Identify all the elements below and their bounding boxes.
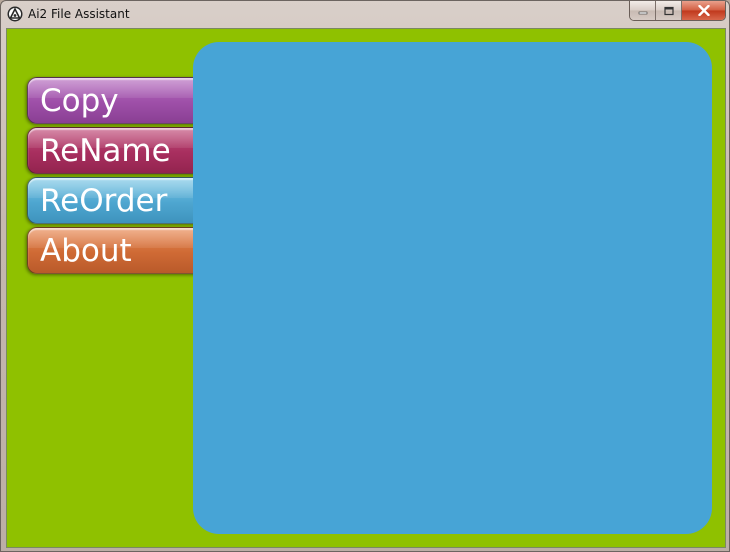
copy-button-label: Copy <box>40 83 119 119</box>
side-menu: Copy ReName ReOrder About <box>27 77 202 277</box>
reorder-button[interactable]: ReOrder <box>27 177 202 224</box>
reorder-button-label: ReOrder <box>40 183 168 219</box>
close-icon <box>697 1 710 20</box>
minimize-icon <box>638 1 648 20</box>
about-button-label: About <box>40 233 132 269</box>
ai2-app-icon[interactable] <box>7 6 23 22</box>
rename-button-label: ReName <box>40 133 171 169</box>
maximize-button[interactable] <box>656 1 682 20</box>
window-title: Ai2 File Assistant <box>28 7 130 21</box>
client-area: Copy ReName ReOrder About <box>6 28 726 548</box>
minimize-button[interactable] <box>630 1 656 20</box>
window-controls <box>629 1 726 21</box>
copy-button[interactable]: Copy <box>27 77 202 124</box>
close-button[interactable] <box>682 1 725 20</box>
rename-button[interactable]: ReName <box>27 127 202 174</box>
about-button[interactable]: About <box>27 227 202 274</box>
content-panel <box>193 42 712 534</box>
title-bar[interactable]: Ai2 File Assistant <box>1 1 729 27</box>
app-window: Ai2 File Assistant Copy ReName ReOrder A… <box>0 0 730 552</box>
maximize-icon <box>663 1 674 20</box>
